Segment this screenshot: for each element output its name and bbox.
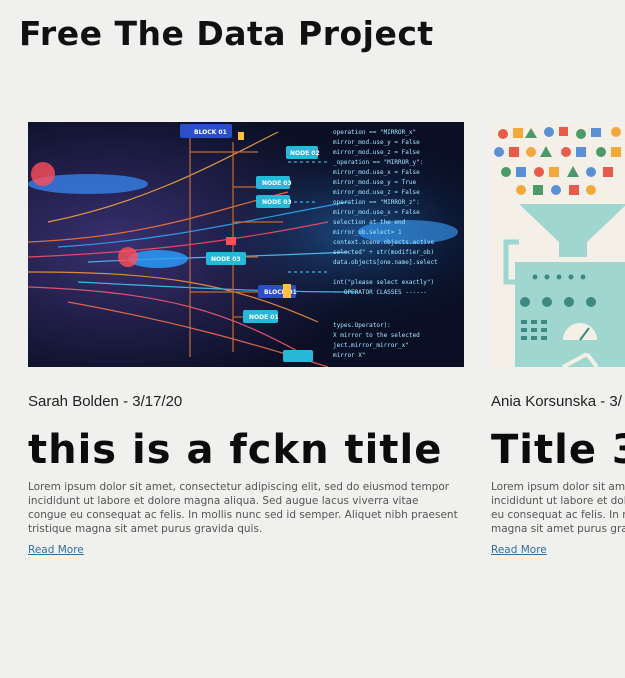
svg-text:-- OPERATOR CLASSES ------: -- OPERATOR CLASSES ------ (333, 289, 427, 296)
post-card[interactable]: Ania Korsunska - 3/ Title 3 Lorem ipsum … (491, 122, 625, 557)
data-funnel-machine-image[interactable] (491, 122, 625, 367)
svg-text:types.Operator):: types.Operator): (333, 322, 391, 329)
svg-text:context.scene.objects.active: context.scene.objects.active (333, 239, 435, 246)
node-label: NODE 02 (290, 150, 320, 157)
post-card[interactable]: operation == "MIRROR_x" mirror_mod.use_y… (28, 122, 464, 557)
node-label: NODE 01 (249, 314, 279, 321)
svg-text:operation == "MIRROR_x": operation == "MIRROR_x" (333, 129, 416, 136)
svg-text:_operation == "MIRROR_y":: _operation == "MIRROR_y": (333, 159, 423, 166)
post-excerpt-line: incididunt ut labore et dol (491, 495, 625, 507)
svg-text:ject.mirror_mirror_x": ject.mirror_mirror_x" (333, 342, 409, 349)
svg-text:mirror_mod.use_z = False: mirror_mod.use_z = False (333, 189, 420, 196)
read-more-link[interactable]: Read More (491, 544, 547, 556)
svg-text:mirror_mod.use_y = True: mirror_mod.use_y = True (333, 179, 416, 186)
svg-text:mirror_mod.use_x = False: mirror_mod.use_x = False (333, 169, 420, 176)
svg-text:data.objects[one.name].select: data.objects[one.name].select (333, 259, 438, 266)
svg-text:mirror X": mirror X" (333, 352, 366, 359)
post-meta: Ania Korsunska - 3/ (491, 393, 622, 410)
node-label: NODE 03 (211, 256, 241, 263)
post-excerpt-line: eu consequat ac felis. In m (491, 509, 625, 521)
svg-text:X mirror to the selected: X mirror to the selected (333, 332, 420, 339)
svg-text:operation == "MIRROR_z":: operation == "MIRROR_z": (333, 199, 420, 206)
post-excerpt: Lorem ipsum dolor sit amet, consectetur … (28, 481, 458, 535)
read-more-link[interactable]: Read More (28, 544, 84, 556)
svg-text:selection at the end: selection at the end (333, 219, 406, 226)
post-excerpt-line: magna sit amet purus gra (491, 523, 625, 535)
data-network-image[interactable]: operation == "MIRROR_x" mirror_mod.use_y… (28, 122, 464, 367)
node-label: BLOCK 01 (264, 289, 297, 296)
svg-text:mirror_mod.use_x = False: mirror_mod.use_x = False (333, 209, 420, 216)
post-carousel: operation == "MIRROR_x" mirror_mod.use_y… (0, 0, 625, 678)
svg-text:mirror_mod.use_y = False: mirror_mod.use_y = False (333, 139, 420, 146)
svg-text:mirror_ob.select= 1: mirror_ob.select= 1 (333, 229, 402, 236)
node-label: NODE 03 (262, 199, 292, 206)
post-title[interactable]: this is a fckn title (28, 428, 464, 472)
post-excerpt: Lorem ipsum dolor sit am incididunt ut l… (491, 480, 625, 536)
post-excerpt-line: Lorem ipsum dolor sit am (491, 481, 625, 493)
node-label: BLOCK 01 (194, 129, 227, 136)
post-title[interactable]: Title 3 (491, 428, 625, 472)
post-meta: Sarah Bolden - 3/17/20 (28, 393, 183, 410)
node-label: NODE 03 (262, 180, 292, 187)
svg-text:selected" + str(modifier_ob): selected" + str(modifier_ob) (333, 249, 434, 256)
svg-text:mirror_mod.use_z = False: mirror_mod.use_z = False (333, 149, 420, 156)
svg-text:int("please select exactly"): int("please select exactly") (333, 279, 434, 286)
